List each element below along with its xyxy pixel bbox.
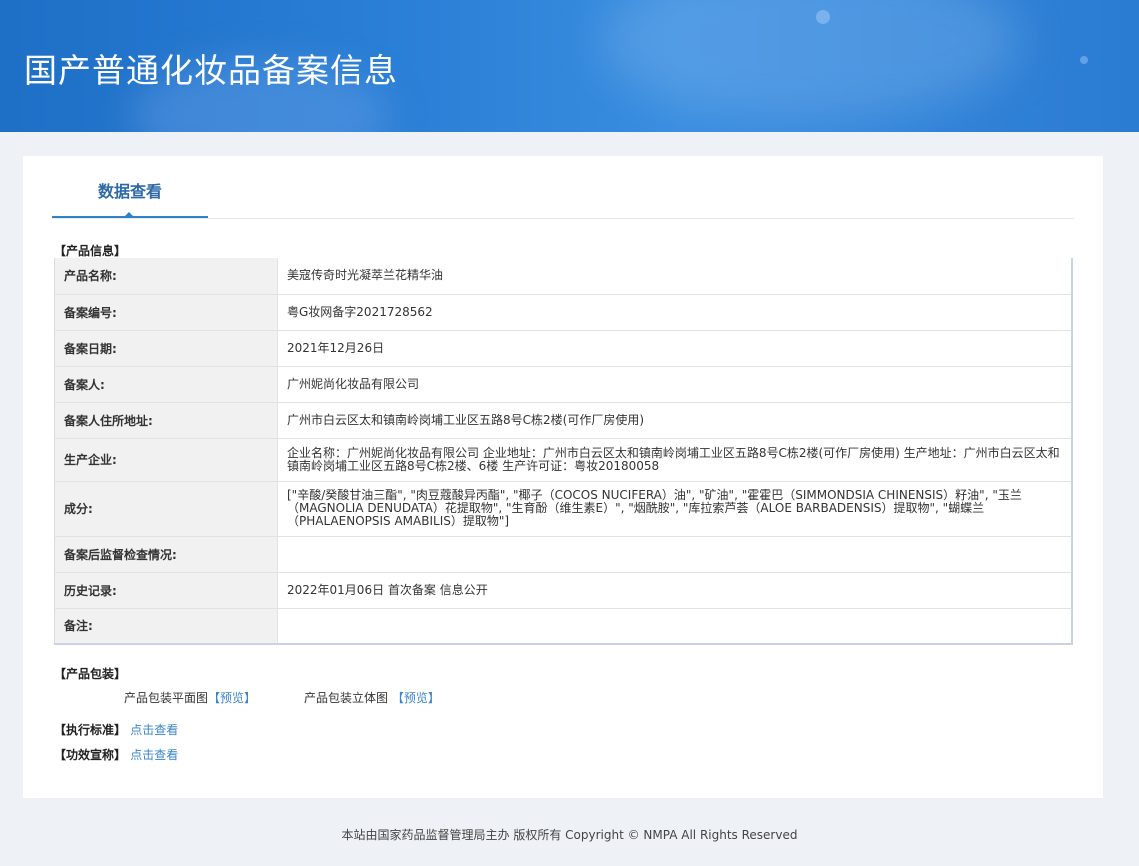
footer-copyright: 本站由国家药品监督管理局主办 版权所有 Copyright © NMPA All… xyxy=(341,828,798,842)
row-value: 粤G妆网备字2021728562 xyxy=(277,294,1072,331)
standard-label: 【执行标准】 xyxy=(54,723,127,737)
table-row: 备案日期: 2021年12月26日 xyxy=(54,330,1072,367)
table-row: 历史记录: 2022年01月06日 首次备案 信息公开 xyxy=(54,572,1072,609)
packaging-heading: 【产品包装】 xyxy=(54,667,127,681)
standard-row: 【执行标准】 点击查看 xyxy=(54,721,178,738)
banner-decoration xyxy=(816,10,830,24)
tab-active-caret-icon xyxy=(124,212,134,217)
efficacy-view-link[interactable]: 点击查看 xyxy=(130,748,178,762)
row-value: 美寇传奇时光凝萃兰花精华油 xyxy=(277,258,1072,295)
packaging-flat: 产品包装平面图【预览】 xyxy=(124,689,256,706)
row-value: 2021年12月26日 xyxy=(277,330,1072,367)
row-label: 备案后监督检查情况: xyxy=(54,536,278,573)
row-value: 广州市白云区太和镇南岭岗埔工业区五路8号C栋2楼(可作厂房使用) xyxy=(277,402,1072,439)
tab-data-view[interactable]: 数据查看 xyxy=(52,178,208,218)
row-value: ["辛酸/癸酸甘油三酯", "肉豆蔻酸异丙酯", "椰子（COCOS NUCIF… xyxy=(277,481,1072,537)
packaging-stereo-preview-link[interactable]: 【预览】 xyxy=(392,691,440,705)
row-label: 产品名称: xyxy=(54,258,278,295)
table-row: 成分: ["辛酸/癸酸甘油三酯", "肉豆蔻酸异丙酯", "椰子（COCOS N… xyxy=(54,481,1072,537)
row-label: 备案人: xyxy=(54,366,278,403)
table-row: 产品名称: 美寇传奇时光凝萃兰花精华油 xyxy=(54,258,1072,295)
row-value xyxy=(277,608,1072,645)
row-label: 历史记录: xyxy=(54,572,278,609)
banner-decoration xyxy=(1080,56,1088,64)
product-info-table: 产品名称: 美寇传奇时光凝萃兰花精华油 备案编号: 粤G妆网备字20217285… xyxy=(54,258,1073,645)
banner-decoration xyxy=(600,0,1020,120)
row-label: 备案人住所地址: xyxy=(54,402,278,439)
efficacy-label: 【功效宣称】 xyxy=(54,748,127,762)
table-row: 备案人住所地址: 广州市白云区太和镇南岭岗埔工业区五路8号C栋2楼(可作厂房使用… xyxy=(54,402,1072,439)
packaging-flat-label: 产品包装平面图 xyxy=(124,691,209,705)
row-value: 2022年01月06日 首次备案 信息公开 xyxy=(277,572,1072,609)
page-title: 国产普通化妆品备案信息 xyxy=(24,51,398,90)
row-label: 备注: xyxy=(54,608,278,645)
row-label: 备案编号: xyxy=(54,294,278,331)
packaging-stereo: 产品包装立体图 【预览】 xyxy=(304,689,440,706)
row-value: 企业名称：广州妮尚化妆品有限公司 企业地址：广州市白云区太和镇南岭岗埔工业区五路… xyxy=(277,438,1072,482)
row-label: 成分: xyxy=(54,481,278,537)
row-label: 生产企业: xyxy=(54,438,278,482)
content-card: 数据查看 【产品信息】 产品名称: 美寇传奇时光凝萃兰花精华油 备案编号: 粤G… xyxy=(23,156,1103,798)
packaging-stereo-label: 产品包装立体图 xyxy=(304,691,389,705)
header-banner: 国产普通化妆品备案信息 xyxy=(0,0,1139,132)
table-row: 生产企业: 企业名称：广州妮尚化妆品有限公司 企业地址：广州市白云区太和镇南岭岗… xyxy=(54,438,1072,482)
standard-view-link[interactable]: 点击查看 xyxy=(130,723,178,737)
product-info-heading: 【产品信息】 xyxy=(54,244,127,258)
efficacy-row: 【功效宣称】 点击查看 xyxy=(54,746,178,763)
table-row: 备案人: 广州妮尚化妆品有限公司 xyxy=(54,366,1072,403)
row-label: 备案日期: xyxy=(54,330,278,367)
table-row: 备案编号: 粤G妆网备字2021728562 xyxy=(54,294,1072,331)
table-row: 备案后监督检查情况: xyxy=(54,536,1072,573)
tab-label: 数据查看 xyxy=(97,182,162,201)
row-value: 广州妮尚化妆品有限公司 xyxy=(277,366,1072,403)
row-value xyxy=(277,536,1072,573)
tab-bar: 数据查看 xyxy=(52,178,1074,219)
packaging-flat-preview-link[interactable]: 【预览】 xyxy=(208,691,256,705)
table-row: 备注: xyxy=(54,608,1072,645)
